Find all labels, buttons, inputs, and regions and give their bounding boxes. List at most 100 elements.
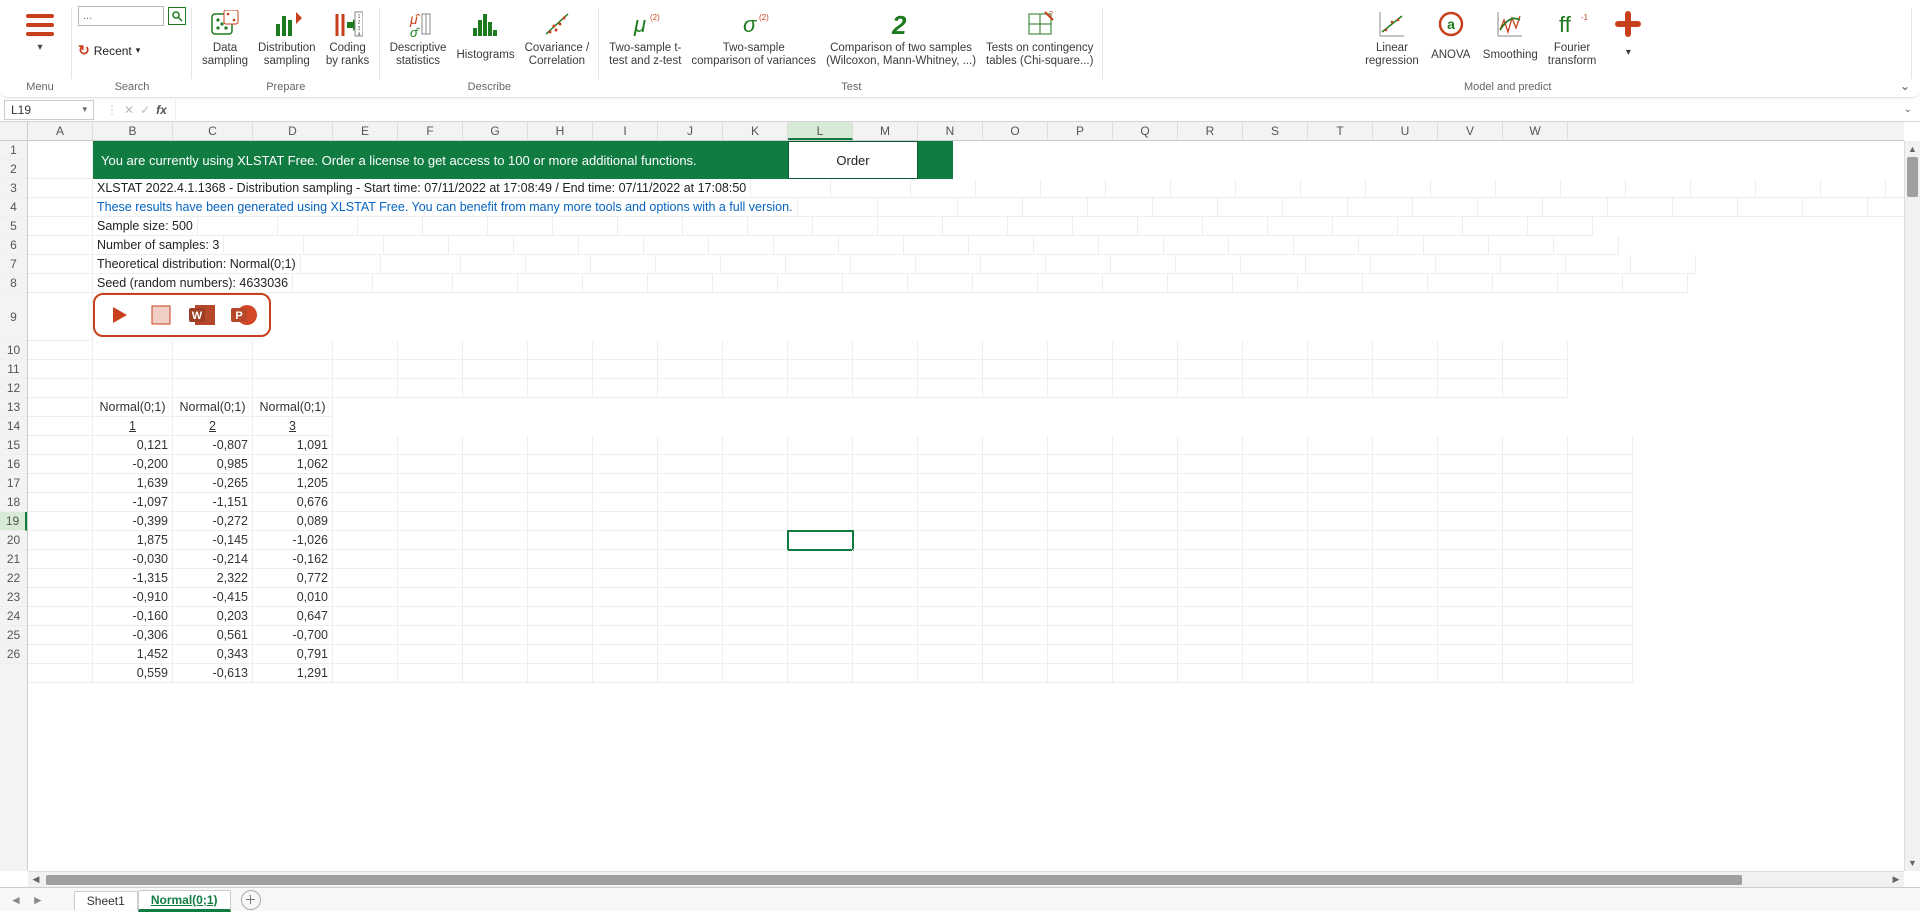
cell[interactable] xyxy=(853,455,918,474)
cell[interactable] xyxy=(28,493,93,512)
cell[interactable] xyxy=(583,274,648,293)
cell[interactable] xyxy=(463,569,528,588)
two-sample-variances-button[interactable]: σ(2) Two-sample comparison of variances xyxy=(687,6,820,70)
row-header-5[interactable]: 5 xyxy=(0,217,27,236)
cell[interactable] xyxy=(278,217,358,236)
cell[interactable] xyxy=(1348,198,1413,217)
cell[interactable] xyxy=(853,531,918,550)
cell[interactable] xyxy=(593,360,658,379)
cell[interactable] xyxy=(918,360,983,379)
cell[interactable]: Normal(0;1) xyxy=(93,398,173,417)
cell[interactable] xyxy=(1243,436,1308,455)
row-header-22[interactable]: 22 xyxy=(0,569,27,588)
cell[interactable]: -1,026 xyxy=(253,531,333,550)
cell[interactable] xyxy=(958,198,1023,217)
row-header-6[interactable]: 6 xyxy=(0,236,27,255)
cell[interactable] xyxy=(1243,569,1308,588)
cell[interactable]: Seed (random numbers): 4633036 xyxy=(93,274,293,293)
sheet-nav[interactable]: ◄ ► xyxy=(0,893,54,907)
cell[interactable] xyxy=(1308,512,1373,531)
cell[interactable] xyxy=(1203,217,1268,236)
cell[interactable] xyxy=(788,341,853,360)
cell[interactable] xyxy=(1568,493,1633,512)
cell[interactable] xyxy=(843,274,908,293)
cell[interactable] xyxy=(1438,512,1503,531)
cell[interactable] xyxy=(381,255,461,274)
row-header-4[interactable]: 4 xyxy=(0,198,27,217)
powerpoint-icon[interactable]: P xyxy=(227,298,263,332)
cell[interactable] xyxy=(918,474,983,493)
cell[interactable] xyxy=(918,341,983,360)
cell[interactable] xyxy=(1294,236,1359,255)
cell[interactable]: Number of samples: 3 xyxy=(93,236,224,255)
cell[interactable] xyxy=(333,512,398,531)
cell[interactable] xyxy=(918,626,983,645)
cell[interactable] xyxy=(788,512,853,531)
col-header-B[interactable]: B xyxy=(93,122,173,140)
cell[interactable] xyxy=(1568,588,1633,607)
cell[interactable]: -0,214 xyxy=(173,550,253,569)
cell[interactable] xyxy=(304,236,384,255)
cell[interactable] xyxy=(1113,626,1178,645)
cell[interactable]: XLSTAT 2022.4.1.1368 - Distribution samp… xyxy=(93,179,751,198)
cell[interactable] xyxy=(853,569,918,588)
cell[interactable] xyxy=(788,474,853,493)
cell[interactable] xyxy=(1153,198,1218,217)
cell[interactable] xyxy=(1438,550,1503,569)
vertical-scrollbar[interactable]: ▲ ▼ xyxy=(1904,141,1920,871)
cell[interactable] xyxy=(1178,493,1243,512)
cell[interactable] xyxy=(1103,274,1168,293)
cell[interactable] xyxy=(1623,274,1688,293)
scroll-thumb[interactable] xyxy=(1907,157,1918,197)
cell[interactable]: 0,791 xyxy=(253,645,333,664)
cell[interactable] xyxy=(579,236,644,255)
cell[interactable] xyxy=(224,236,304,255)
cell[interactable]: Normal(0;1) xyxy=(173,398,253,417)
cell[interactable] xyxy=(463,341,528,360)
cell[interactable] xyxy=(1164,236,1229,255)
cell[interactable] xyxy=(788,436,853,455)
cell[interactable] xyxy=(1803,198,1868,217)
cell[interactable] xyxy=(398,512,463,531)
cell[interactable] xyxy=(618,217,683,236)
cell[interactable] xyxy=(1501,255,1566,274)
cell[interactable] xyxy=(1373,493,1438,512)
cell[interactable]: -0,306 xyxy=(93,626,173,645)
cell[interactable] xyxy=(911,179,976,198)
cell[interactable] xyxy=(1048,588,1113,607)
cell[interactable] xyxy=(943,217,1008,236)
cell[interactable] xyxy=(463,455,528,474)
cell[interactable] xyxy=(658,436,723,455)
cell[interactable] xyxy=(253,341,333,360)
cell[interactable] xyxy=(1373,455,1438,474)
cell[interactable] xyxy=(593,607,658,626)
cell[interactable] xyxy=(398,645,463,664)
cell[interactable] xyxy=(1413,198,1478,217)
cell[interactable]: 0,647 xyxy=(253,607,333,626)
cell[interactable] xyxy=(983,569,1048,588)
cell[interactable] xyxy=(918,436,983,455)
cell[interactable] xyxy=(788,607,853,626)
cell[interactable] xyxy=(1886,179,1904,198)
row-header-20[interactable]: 20 xyxy=(0,531,27,550)
cell[interactable] xyxy=(1503,341,1568,360)
cell[interactable] xyxy=(658,493,723,512)
cell[interactable] xyxy=(28,531,93,550)
row-header-16[interactable]: 16 xyxy=(0,455,27,474)
cell[interactable] xyxy=(1373,607,1438,626)
cell[interactable] xyxy=(1756,179,1821,198)
cell[interactable] xyxy=(1048,455,1113,474)
cell[interactable] xyxy=(449,236,514,255)
cell[interactable] xyxy=(774,236,839,255)
cell[interactable] xyxy=(528,588,593,607)
column-headers[interactable]: ABCDEFGHIJKLMNOPQRSTUVW xyxy=(28,122,1904,141)
cell[interactable] xyxy=(683,217,748,236)
cell[interactable] xyxy=(1048,360,1113,379)
cell[interactable] xyxy=(918,512,983,531)
cell[interactable] xyxy=(878,198,958,217)
cell[interactable] xyxy=(1631,255,1696,274)
row-header-7[interactable]: 7 xyxy=(0,255,27,274)
cell[interactable] xyxy=(333,569,398,588)
cell[interactable]: 0,121 xyxy=(93,436,173,455)
cell[interactable] xyxy=(1503,664,1568,683)
